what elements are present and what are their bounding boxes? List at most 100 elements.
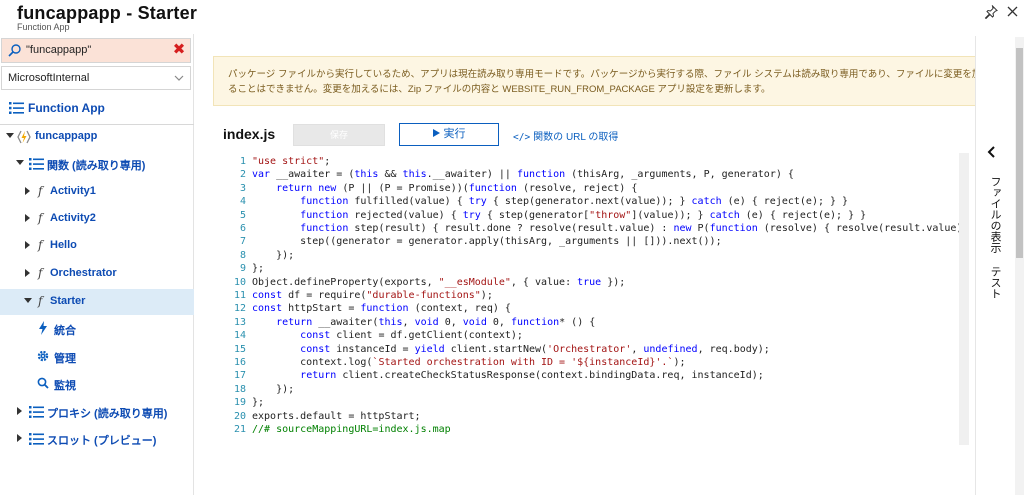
tree-item-orchestrator[interactable]: f Orchestrator [0, 261, 194, 287]
line-number: 10 [233, 276, 246, 288]
chevron-down-icon [174, 75, 184, 81]
play-icon [432, 129, 440, 138]
line-number: 6 [239, 223, 246, 234]
tree-label-functions: 関数 (読み取り専用) [47, 160, 146, 172]
caret-right-icon[interactable] [24, 214, 32, 222]
line-number: 5 [239, 209, 246, 221]
run-button[interactable]: 実行 [399, 123, 499, 146]
function-icon: f [38, 211, 43, 225]
code-text: const client = df.getClient(context); [300, 330, 523, 342]
caret-down-icon[interactable] [24, 297, 32, 305]
bolt-icon [39, 321, 47, 335]
editor-scrollbar[interactable] [959, 153, 969, 445]
code-text: "use strict"; [252, 156, 331, 167]
save-button[interactable]: 保存 [293, 124, 385, 146]
tree-item-activity1[interactable]: f Activity1 [0, 179, 194, 205]
tree-label-orchestrator: Orchestrator [50, 267, 117, 279]
close-icon[interactable] [1007, 6, 1018, 17]
code-text: return new (P || (P = Promise))(function… [276, 182, 638, 194]
line-number: 13 [233, 316, 246, 328]
code-text: exports.default = httpStart; [252, 410, 421, 422]
pin-icon[interactable] [984, 5, 998, 19]
function-icon: f [38, 266, 43, 280]
line-number: 16 [233, 357, 246, 368]
code-text: function fulfilled(value) { try { step(g… [300, 196, 849, 208]
page-scrollbar-thumb[interactable] [1016, 48, 1023, 258]
code-text: return __awaiter(this, void 0, void 0, f… [276, 316, 596, 328]
caret-right-icon[interactable] [24, 269, 32, 277]
line-number: 14 [233, 330, 246, 342]
code-editor[interactable]: 1 "use strict"; 2 var __awaiter = (this && … [224, 153, 970, 445]
caret-down-icon[interactable] [6, 132, 14, 140]
tree-item-monitor[interactable]: 監視 [0, 371, 194, 397]
code-text: function rejected(value) { try { step(ge… [300, 209, 867, 221]
search-icon [8, 44, 21, 57]
tree-item-slots[interactable]: スロット (プレビュー) [0, 426, 194, 452]
tree-label-activity1: Activity1 [50, 185, 96, 197]
tree-item-hello[interactable]: f Hello [0, 233, 194, 259]
notice-text: パッケージ ファイルから実行しているため、アプリは現在読み取り専用モードです。パ… [228, 69, 991, 95]
line-number: 21 [233, 424, 246, 435]
function-app-icon [17, 130, 31, 144]
line-number: 15 [233, 343, 246, 355]
tab-test[interactable]: テスト [987, 266, 1003, 299]
code-text: //# sourceMappingURL=index.js.map [252, 424, 451, 435]
run-label: 実行 [443, 128, 466, 140]
line-number: 7 [239, 236, 246, 248]
line-number: 12 [233, 303, 246, 315]
code-text: step((generator = generator.apply(thisAr… [252, 236, 722, 248]
title-bar: funcappapp - Starter Function App [0, 0, 1024, 34]
line-number: 17 [233, 370, 246, 382]
caret-right-icon[interactable] [24, 241, 32, 249]
caret-down-icon[interactable] [16, 159, 24, 167]
line-number: 8 [239, 249, 246, 261]
code-text: var __awaiter = (this && this.__awaiter)… [252, 169, 794, 181]
page-subtitle: Function App [17, 22, 70, 32]
function-icon: f [38, 184, 43, 198]
tree-label-proxies: プロキシ (読み取り専用) [47, 408, 168, 420]
tree-item-funcappapp[interactable]: funcappapp [0, 124, 194, 150]
function-icon: f [38, 238, 43, 252]
gear-icon [37, 350, 49, 362]
caret-right-icon[interactable] [16, 407, 24, 415]
tab-view-files[interactable]: ファイルの表示 [987, 176, 1003, 253]
caret-right-icon[interactable] [16, 434, 24, 442]
line-number: 2 [239, 169, 246, 181]
tree-item-manage[interactable]: 管理 [0, 344, 194, 370]
tree-label-activity2: Activity2 [50, 212, 96, 224]
file-name: index.js [223, 126, 276, 142]
code-text: context.log(`Started orchestration with … [252, 357, 686, 368]
tree-item-starter[interactable]: f Starter [0, 289, 194, 315]
read-only-notice: パッケージ ファイルから実行しているため、アプリは現在読み取り専用モードです。パ… [213, 56, 1010, 106]
tree-item-integrate[interactable]: 統合 [0, 316, 194, 342]
search-input[interactable]: "funcappapp" ✖ [1, 38, 191, 63]
list-icon [9, 102, 24, 114]
code-text: }; [252, 397, 265, 409]
line-number: 18 [233, 383, 246, 395]
clear-icon[interactable]: ✖ [172, 42, 186, 58]
tree-item-functions[interactable]: 関数 (読み取り専用) [0, 151, 194, 177]
page-title: funcappapp - Starter [17, 3, 198, 23]
chevron-left-icon[interactable] [986, 145, 998, 159]
list-icon [29, 433, 44, 445]
line-number: 11 [233, 290, 246, 301]
left-navigation-panel: "funcappapp" ✖ MicrosoftInternal Functio… [0, 34, 194, 495]
function-apps-label: Function App [28, 101, 105, 115]
tree-label-starter: Starter [50, 295, 86, 307]
list-icon [29, 158, 44, 170]
code-text: const df = require("durable-functions"); [252, 290, 493, 301]
subscription-select[interactable]: MicrosoftInternal [1, 66, 191, 90]
code-text: }; [252, 263, 265, 275]
tree-item-activity2[interactable]: f Activity2 [0, 206, 194, 232]
tree-item-proxies[interactable]: プロキシ (読み取り専用) [0, 399, 194, 425]
get-function-url-link[interactable]: </> 関数の URL の取得 [513, 128, 618, 143]
code-text: Object.defineProperty(exports, "__esModu… [252, 276, 626, 288]
code-text: }); [252, 249, 295, 261]
code-text: function step(result) { result.done ? re… [300, 223, 969, 234]
caret-right-icon[interactable] [24, 187, 32, 195]
tree-label-manage: 管理 [54, 353, 76, 365]
list-icon [29, 406, 44, 418]
get-url-label: 関数の URL の取得 [533, 132, 619, 143]
code-text: return client.createCheckStatusResponse(… [300, 370, 764, 382]
function-icon: f [38, 294, 43, 308]
